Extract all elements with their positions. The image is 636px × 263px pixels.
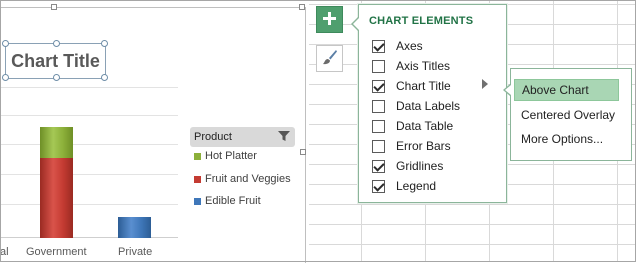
gridline bbox=[0, 115, 178, 116]
chart-element-option[interactable]: Chart Title bbox=[372, 78, 451, 94]
gridline bbox=[0, 87, 178, 88]
chart-styles-button[interactable] bbox=[316, 45, 343, 72]
gridline bbox=[0, 144, 178, 145]
checkbox[interactable] bbox=[372, 39, 385, 53]
submenu-item[interactable]: More Options... bbox=[514, 128, 619, 150]
resize-handle[interactable] bbox=[300, 149, 306, 155]
legend-label: Fruit and Veggies bbox=[205, 173, 291, 185]
resize-handle[interactable] bbox=[299, 4, 305, 10]
submenu-pointer-inner bbox=[505, 85, 511, 95]
legend-swatch bbox=[194, 197, 201, 205]
legend-label: Edible Fruit bbox=[205, 195, 261, 207]
chevron-right-icon[interactable] bbox=[482, 79, 488, 89]
bar-edible-fruit[interactable] bbox=[118, 217, 151, 238]
legend-item[interactable]: Edible Fruit bbox=[194, 195, 261, 207]
gridline bbox=[0, 174, 178, 175]
checkbox[interactable] bbox=[372, 159, 385, 173]
panel-heading: CHART ELEMENTS bbox=[369, 15, 474, 27]
filter-icon[interactable] bbox=[277, 130, 291, 145]
option-label: Axis Titles bbox=[396, 59, 451, 73]
checkbox[interactable] bbox=[372, 179, 385, 193]
chart-element-option[interactable]: Axes bbox=[372, 38, 423, 54]
option-label: Axes bbox=[396, 39, 423, 53]
plus-icon bbox=[322, 11, 337, 29]
legend-swatch bbox=[194, 175, 201, 183]
chart-element-option[interactable]: Error Bars bbox=[372, 138, 451, 154]
submenu-item[interactable]: Above Chart bbox=[514, 79, 619, 101]
axis-label: al bbox=[0, 246, 9, 258]
category-axis bbox=[0, 237, 178, 238]
axis-label: Private bbox=[118, 246, 153, 258]
bar-hot-platter[interactable] bbox=[40, 127, 73, 158]
chart-element-option[interactable]: Data Labels bbox=[372, 98, 460, 114]
resize-handle[interactable] bbox=[51, 4, 57, 10]
chart-title[interactable]: Chart Title bbox=[6, 44, 105, 78]
chart-element-option[interactable]: Axis Titles bbox=[372, 58, 450, 74]
chart-title-box[interactable]: Chart Title bbox=[2, 40, 108, 81]
gridline bbox=[0, 204, 178, 205]
checkbox[interactable] bbox=[372, 79, 385, 93]
chart-elements-button[interactable] bbox=[316, 6, 343, 33]
chart-element-option[interactable]: Data Table bbox=[372, 118, 453, 134]
panel-pointer-inner bbox=[353, 18, 359, 30]
option-label: Chart Title bbox=[396, 79, 451, 93]
option-label: Data Table bbox=[396, 119, 454, 133]
legend-field-button[interactable]: Product bbox=[190, 127, 295, 147]
legend-item[interactable]: Hot Platter bbox=[194, 150, 257, 162]
checkbox[interactable] bbox=[372, 59, 385, 73]
option-label: Legend bbox=[396, 179, 437, 193]
axis-label: Government bbox=[26, 246, 87, 258]
legend-header-label: Product bbox=[194, 131, 232, 143]
chart-element-option[interactable]: Legend bbox=[372, 178, 436, 194]
option-label: Data Labels bbox=[396, 99, 461, 113]
submenu-item[interactable]: Centered Overlay bbox=[514, 104, 619, 126]
legend-item[interactable]: Fruit and Veggies bbox=[194, 173, 291, 185]
paintbrush-icon bbox=[321, 49, 338, 69]
checkbox[interactable] bbox=[372, 139, 385, 153]
option-label: Error Bars bbox=[396, 139, 451, 153]
checkbox[interactable] bbox=[372, 99, 385, 113]
legend-swatch bbox=[194, 152, 201, 160]
chart-element-option[interactable]: Gridlines bbox=[372, 158, 443, 174]
bar-fruit-and-veggies[interactable] bbox=[40, 158, 73, 238]
legend-label: Hot Platter bbox=[205, 150, 257, 162]
option-label: Gridlines bbox=[396, 159, 444, 173]
checkbox[interactable] bbox=[372, 119, 385, 133]
